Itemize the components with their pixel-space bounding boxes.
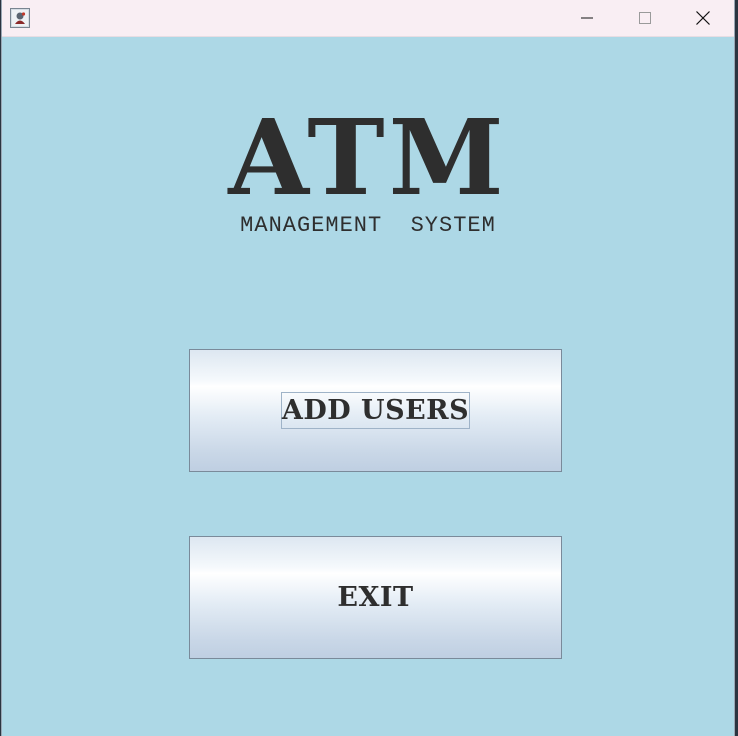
app-window: ATM MANAGEMENT SYSTEM ADD USERS EXIT: [2, 0, 734, 736]
add-users-label: ADD USERS: [280, 392, 471, 429]
minimize-icon: [581, 17, 593, 19]
add-users-button[interactable]: ADD USERS: [189, 349, 562, 472]
atm-logo-subtitle: MANAGEMENT SYSTEM: [240, 213, 496, 238]
java-app-icon[interactable]: [10, 8, 30, 28]
atm-logo-title: ATM: [228, 96, 508, 219]
maximize-icon: [639, 12, 651, 24]
exit-button[interactable]: EXIT: [189, 536, 562, 659]
close-icon: [696, 11, 710, 25]
title-bar[interactable]: [2, 0, 734, 37]
minimize-button[interactable]: [558, 0, 616, 36]
exit-label: EXIT: [337, 582, 414, 613]
close-button[interactable]: [674, 0, 732, 36]
maximize-button[interactable]: [616, 0, 674, 36]
